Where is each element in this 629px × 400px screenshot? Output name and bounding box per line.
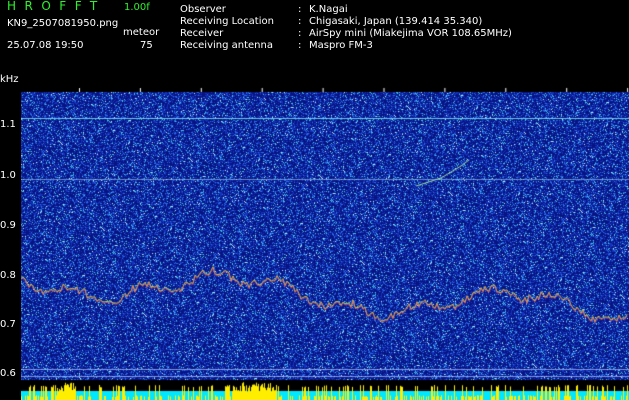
y-tick-label: 0.9 (0, 220, 16, 231)
x-tick-label: 1953 (176, 80, 203, 91)
x-tick-label: 1957 (420, 80, 446, 91)
meteor-label: meteor (123, 27, 160, 38)
x-tick-label: 1958 (481, 80, 507, 91)
x-tick-label: 1951 (55, 80, 81, 91)
location-value: Chigasaki, Japan (139.414 35.340) (309, 16, 483, 27)
observer-value: K.Nagai (309, 4, 348, 15)
version-label: 1.00f (124, 2, 150, 13)
y-tick-label: 0.7 (0, 319, 16, 330)
x-tick-label: 1956 (359, 80, 385, 91)
x-tick-label: 1955 (298, 80, 325, 91)
separator: : (298, 16, 302, 27)
separator: : (298, 28, 302, 39)
y-tick-label: 1.0 (0, 170, 16, 181)
location-key: Receiving Location (180, 16, 274, 27)
receiver-key: Receiver (180, 28, 224, 39)
antenna-value: Maspro FM-3 (309, 40, 373, 51)
y-tick-label: 1.1 (0, 119, 16, 130)
separator: : (298, 4, 302, 15)
datetime-label: 25.07.08 19:50 (7, 40, 84, 51)
x-tick-label: 2000 (603, 80, 629, 91)
receiver-value: AirSpy mini (Miakejima VOR 108.65MHz) (309, 28, 512, 39)
antenna-key: Receiving antenna (180, 40, 273, 51)
spectrogram-plot (21, 78, 629, 400)
x-tick-label: 1952 (115, 80, 142, 91)
x-tick-label: 1954 (237, 80, 264, 91)
x-tick-label: 1959 (542, 80, 568, 91)
observer-key: Observer (180, 4, 226, 15)
y-tick-label: 0.8 (0, 270, 16, 281)
hrofft-window: HROFFT 1.00f KN9_2507081950.png meteor 2… (0, 0, 629, 400)
meteor-count: 75 (140, 40, 153, 51)
y-tick-label: 0.6 (0, 368, 16, 379)
filename-label: KN9_2507081950.png (7, 18, 119, 29)
app-title: HROFFT (7, 0, 106, 13)
separator: : (298, 40, 302, 51)
y-axis-unit: kHz (0, 74, 19, 85)
